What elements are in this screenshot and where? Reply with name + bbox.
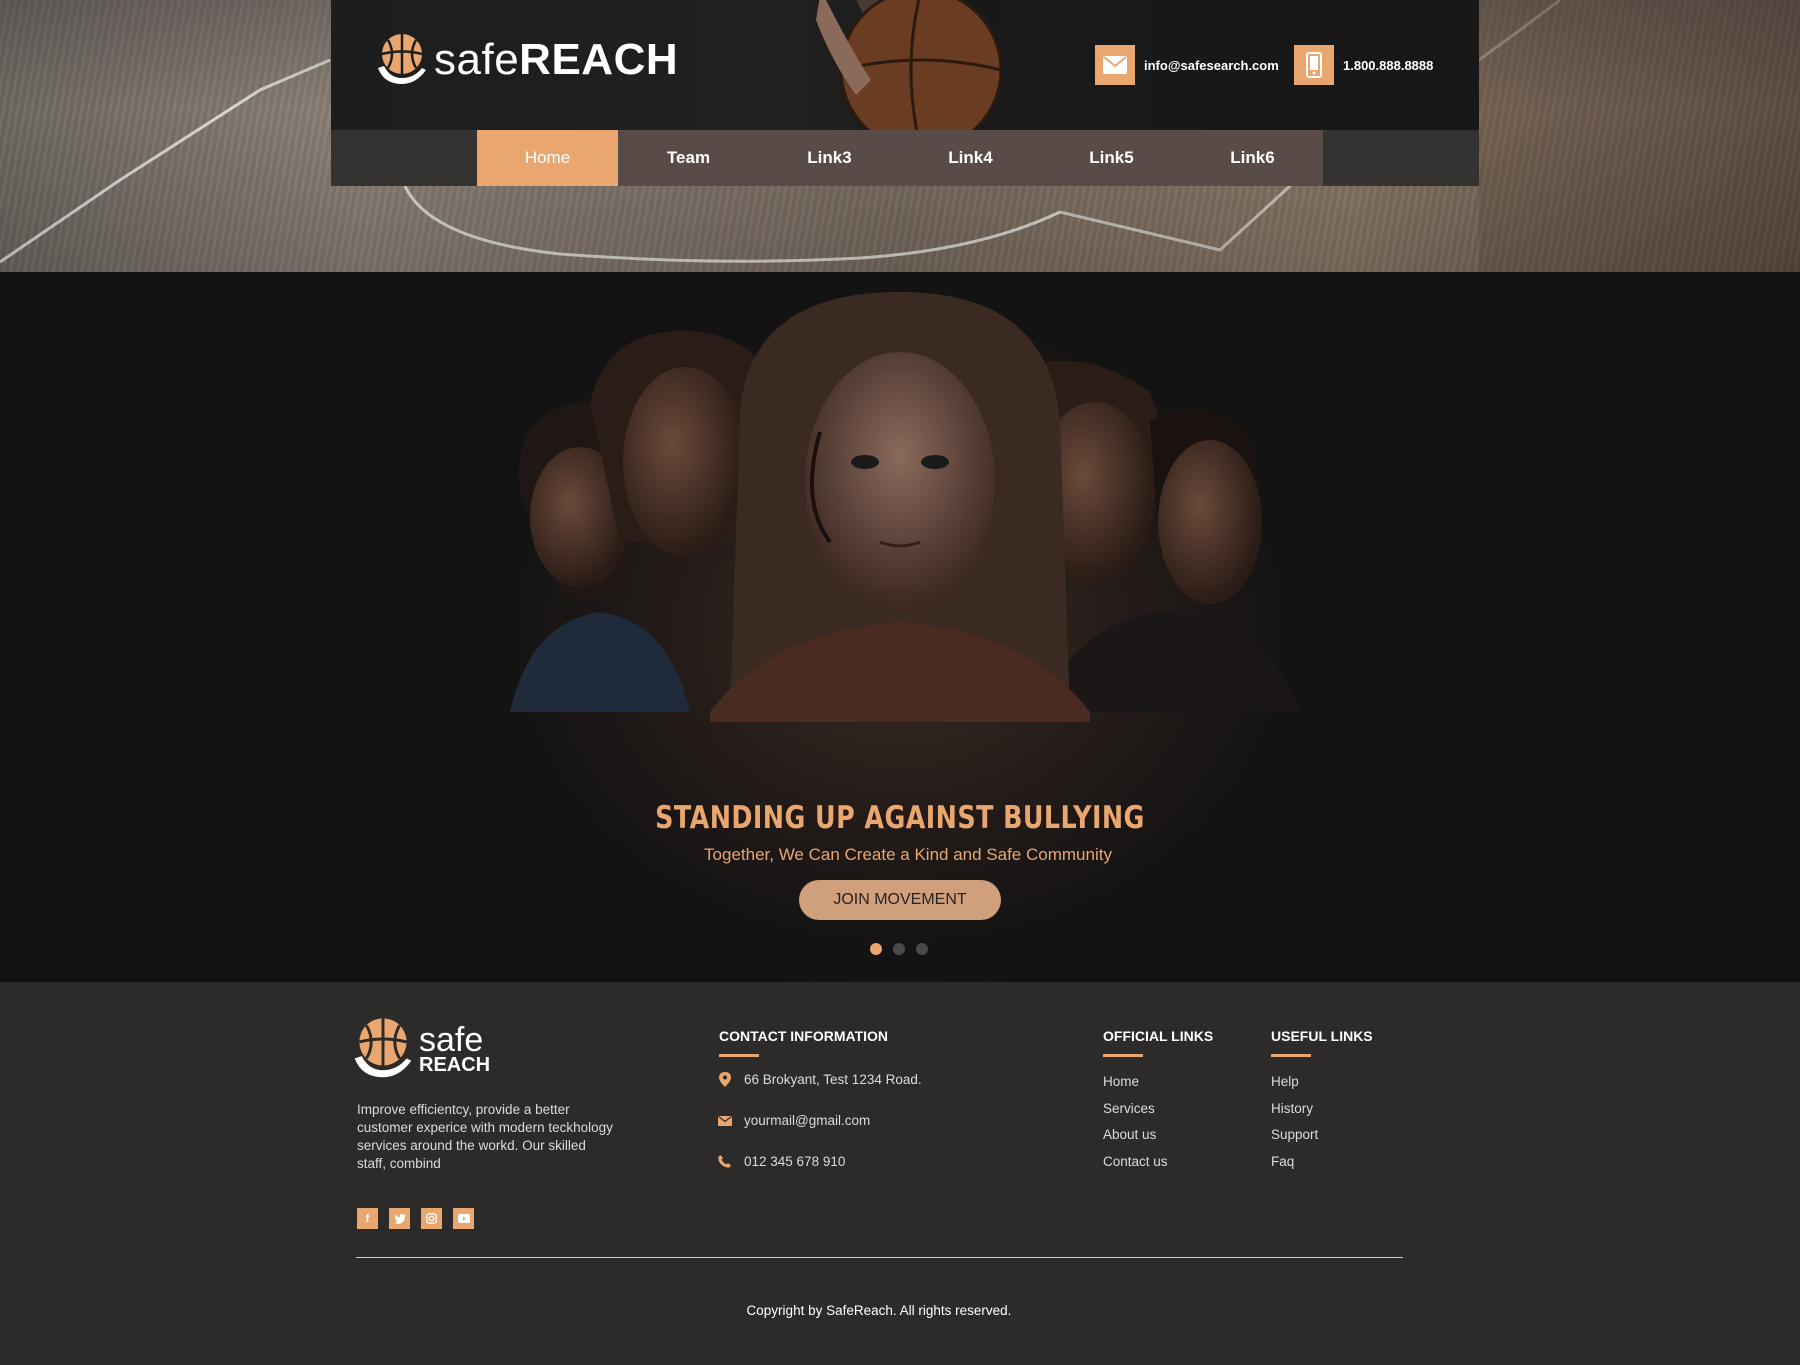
- footer-address-text: 66 Brokyant, Test 1234 Road.: [744, 1072, 922, 1087]
- site-header: safeREACH info@safesearch.com 1.800.888.…: [331, 0, 1479, 130]
- official-link-home[interactable]: Home: [1103, 1074, 1168, 1101]
- hero-illustration-teens: [510, 292, 1300, 722]
- hero-subtitle: Together, We Can Create a Kind and Safe …: [704, 845, 1112, 864]
- nav-item-team[interactable]: Team: [618, 130, 759, 186]
- footer-logo-text-reach: REACH: [419, 1054, 491, 1076]
- contact-info-heading: CONTACT INFORMATION: [719, 1028, 889, 1057]
- useful-links-heading: USEFUL LINKS: [1271, 1028, 1373, 1057]
- mobile-phone-icon: [1294, 45, 1334, 85]
- footer-phone[interactable]: 012 345 678 910: [717, 1154, 845, 1169]
- slider-dot-2[interactable]: [893, 943, 905, 955]
- site-logo[interactable]: safeREACH: [376, 32, 678, 88]
- basketball-hand-logo-icon: [378, 34, 426, 84]
- header-email-text: info@safesearch.com: [1144, 57, 1279, 73]
- instagram-icon[interactable]: [421, 1208, 442, 1229]
- official-links-heading: OFFICIAL LINKS: [1103, 1028, 1214, 1057]
- nav-item-link5[interactable]: Link5: [1041, 130, 1182, 186]
- header-phone[interactable]: 1.800.888.8888: [1294, 45, 1433, 85]
- useful-link-history[interactable]: History: [1271, 1101, 1318, 1128]
- useful-link-support[interactable]: Support: [1271, 1127, 1318, 1154]
- footer-logo[interactable]: safe REACH: [352, 1016, 490, 1082]
- official-links-list: Home Services About us Contact us: [1103, 1074, 1168, 1180]
- slider-dots: [870, 943, 928, 955]
- logo-text-reach: REACH: [519, 35, 679, 84]
- header-phone-text: 1.800.888.8888: [1343, 57, 1434, 73]
- slider-dot-3[interactable]: [916, 943, 928, 955]
- hero-title: STANDING UP AGAINST BULLYING: [655, 800, 1145, 836]
- nav-item-home[interactable]: Home: [477, 130, 618, 186]
- map-pin-icon: [717, 1072, 732, 1087]
- footer-email[interactable]: yourmail@gmail.com: [717, 1113, 870, 1128]
- official-link-about[interactable]: About us: [1103, 1127, 1168, 1154]
- youtube-icon[interactable]: [453, 1208, 474, 1229]
- nav-item-link6[interactable]: Link6: [1182, 130, 1323, 186]
- facebook-icon[interactable]: f: [357, 1208, 378, 1229]
- footer-about-text: Improve efficientcy, provide a better cu…: [357, 1102, 613, 1171]
- useful-link-faq[interactable]: Faq: [1271, 1154, 1318, 1181]
- logo-text-safe: safe: [434, 35, 520, 84]
- header-email[interactable]: info@safesearch.com: [1095, 45, 1279, 85]
- official-link-contact[interactable]: Contact us: [1103, 1154, 1168, 1181]
- hero-slider: STANDING UP AGAINST BULLYING Together, W…: [0, 272, 1800, 982]
- useful-links-list: Help History Support Faq: [1271, 1074, 1318, 1180]
- footer-phone-text: 012 345 678 910: [744, 1154, 846, 1169]
- site-footer: safe REACH Improve efficientcy, provide …: [0, 982, 1800, 1365]
- nav-item-link3[interactable]: Link3: [759, 130, 900, 186]
- footer-address: 66 Brokyant, Test 1234 Road.: [717, 1072, 922, 1087]
- official-link-services[interactable]: Services: [1103, 1101, 1168, 1128]
- footer-divider: [356, 1257, 1403, 1258]
- envelope-icon: [717, 1113, 732, 1128]
- envelope-icon: [1095, 45, 1135, 85]
- basketball-hand-logo-icon: [354, 1018, 412, 1078]
- join-movement-button[interactable]: JOIN MOVEMENT: [799, 880, 1001, 920]
- phone-icon: [717, 1154, 732, 1169]
- main-navigation: Home Team Link3 Link4 Link5 Link6: [331, 130, 1479, 186]
- social-links: f: [357, 1208, 474, 1229]
- slider-dot-1[interactable]: [870, 943, 882, 955]
- footer-logo-text-safe: safe: [419, 1021, 484, 1059]
- basketball-player-image: [816, 0, 1001, 130]
- footer-email-text: yourmail@gmail.com: [744, 1113, 871, 1128]
- twitter-icon[interactable]: [389, 1208, 410, 1229]
- copyright-text: Copyright by SafeReach. All rights reser…: [746, 1303, 1012, 1318]
- nav-item-link4[interactable]: Link4: [900, 130, 1041, 186]
- useful-link-help[interactable]: Help: [1271, 1074, 1318, 1101]
